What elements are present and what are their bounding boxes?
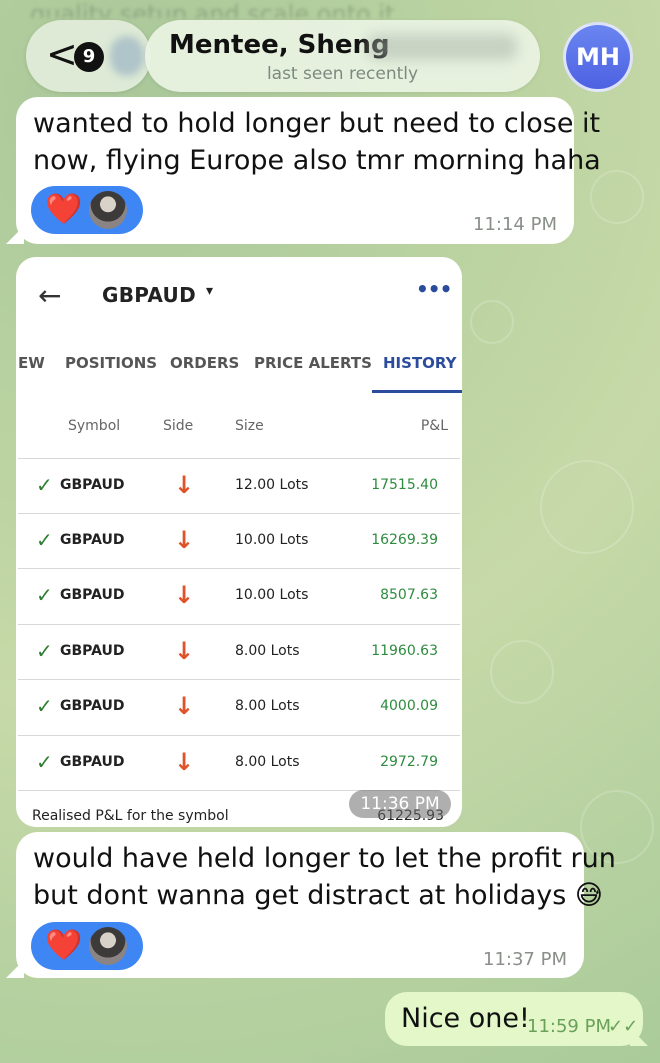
row-symbol: GBPAUD xyxy=(60,532,125,548)
heart-icon: ❤️ xyxy=(45,928,83,963)
column-header-pnl: P&L xyxy=(420,418,448,434)
message-time: 11:14 PM xyxy=(473,214,557,235)
column-header-symbol: Symbol xyxy=(68,418,121,434)
symbol-title: GBPAUD xyxy=(102,283,196,307)
reaction-chip[interactable]: ❤️ xyxy=(31,922,143,970)
row-pnl: 4000.09 xyxy=(380,698,438,714)
table-row: ✓ GBPAUD ↓ 12.00 Lots 17515.40 xyxy=(18,458,460,513)
arrow-left-icon: ← xyxy=(38,279,62,312)
back-button[interactable]: < 9 xyxy=(26,20,151,92)
unread-count-badge: 9 xyxy=(74,42,104,72)
wallpaper-doodle xyxy=(470,300,514,344)
image-time-badge: 11:36 PM xyxy=(349,790,451,818)
message-time: 11:37 PM xyxy=(483,949,567,970)
check-icon: ✓ xyxy=(36,473,53,497)
message-text: now, flying Europe also tmr morning haha xyxy=(33,145,601,176)
previous-message-blurred: quality setup and scale onto it xyxy=(30,0,395,18)
avatar xyxy=(89,927,127,965)
row-size: 12.00 Lots xyxy=(235,477,309,493)
row-symbol: GBPAUD xyxy=(60,643,125,659)
realised-pnl-label: Realised P&L for the symbol xyxy=(32,808,229,824)
table-row: ✓ GBPAUD ↓ 8.00 Lots 4000.09 xyxy=(18,679,460,734)
tab-history: HISTORY xyxy=(383,354,457,372)
more-icon: ••• xyxy=(416,277,452,301)
contact-avatar[interactable]: MH xyxy=(563,22,633,92)
tab-price-alerts: PRICE ALERTS xyxy=(254,354,372,372)
table-row: ✓ GBPAUD ↓ 8.00 Lots 2972.79 xyxy=(18,735,460,791)
caret-down-icon: ▾ xyxy=(206,283,214,299)
check-icon: ✓ xyxy=(36,528,53,552)
row-size: 8.00 Lots xyxy=(235,643,300,659)
sell-arrow-icon: ↓ xyxy=(174,471,195,499)
row-symbol: GBPAUD xyxy=(60,698,125,714)
heart-icon: ❤️ xyxy=(45,192,83,227)
check-icon: ✓ xyxy=(36,750,53,774)
message-time: 11:59 PM xyxy=(527,1016,611,1037)
chevron-left-icon: < xyxy=(46,32,78,76)
row-symbol: GBPAUD xyxy=(60,587,125,603)
sell-arrow-icon: ↓ xyxy=(174,526,195,554)
row-size: 10.00 Lots xyxy=(235,532,309,548)
column-header-size: Size xyxy=(235,418,264,434)
reaction-chip[interactable]: ❤️ xyxy=(31,186,143,234)
check-icon: ✓ xyxy=(36,583,53,607)
check-icon: ✓ xyxy=(36,639,53,663)
row-size: 8.00 Lots xyxy=(235,754,300,770)
message-text: wanted to hold longer but need to close … xyxy=(33,108,601,139)
trade-history-screenshot[interactable]: ← GBPAUD ▾ ••• EW POSITIONS ORDERS PRICE… xyxy=(16,257,462,827)
redacted-name xyxy=(367,34,517,60)
table-row: ✓ GBPAUD ↓ 10.00 Lots 16269.39 xyxy=(18,513,460,568)
check-icon: ✓ xyxy=(36,694,53,718)
column-header-side: Side xyxy=(163,418,194,434)
wallpaper-doodle xyxy=(540,460,634,554)
row-pnl: 8507.63 xyxy=(380,587,438,603)
contact-name: Mentee, Sheng xyxy=(169,30,390,60)
row-size: 8.00 Lots xyxy=(235,698,300,714)
row-symbol: GBPAUD xyxy=(60,754,125,770)
outgoing-message[interactable]: Nice one! 11:59 PM ✓✓ xyxy=(385,992,643,1046)
tab-overview: EW xyxy=(18,354,45,372)
avatar xyxy=(89,191,127,229)
tab-orders: ORDERS xyxy=(170,354,240,372)
sell-arrow-icon: ↓ xyxy=(174,748,195,776)
contact-status: last seen recently xyxy=(266,64,419,84)
incoming-message[interactable]: would have held longer to let the profit… xyxy=(16,832,616,978)
row-pnl: 2972.79 xyxy=(380,754,438,770)
wallpaper-doodle xyxy=(490,640,554,704)
table-row: ✓ GBPAUD ↓ 8.00 Lots 11960.63 xyxy=(18,624,460,679)
message-text: would have held longer to let the profit… xyxy=(33,843,616,874)
sell-arrow-icon: ↓ xyxy=(174,637,195,665)
message-text: but dont wanna get distract at holidays … xyxy=(33,880,604,911)
tab-positions: POSITIONS xyxy=(65,354,158,372)
sell-arrow-icon: ↓ xyxy=(174,581,195,609)
active-tab-indicator xyxy=(372,390,462,393)
row-pnl: 17515.40 xyxy=(371,477,438,493)
chat-title[interactable]: Mentee, Sheng last seen recently xyxy=(145,20,540,92)
bubble-tail xyxy=(6,960,24,978)
incoming-message[interactable]: wanted to hold longer but need to close … xyxy=(16,97,601,244)
bubble-tail xyxy=(630,1028,648,1046)
row-pnl: 11960.63 xyxy=(371,643,438,659)
row-pnl: 16269.39 xyxy=(371,532,438,548)
row-size: 10.00 Lots xyxy=(235,587,309,603)
sell-arrow-icon: ↓ xyxy=(174,692,195,720)
blurred-avatar xyxy=(110,36,144,76)
table-row: ✓ GBPAUD ↓ 10.00 Lots 8507.63 xyxy=(18,568,460,623)
row-symbol: GBPAUD xyxy=(60,477,125,493)
message-text: Nice one! xyxy=(401,1003,530,1034)
bubble-tail xyxy=(6,226,24,244)
